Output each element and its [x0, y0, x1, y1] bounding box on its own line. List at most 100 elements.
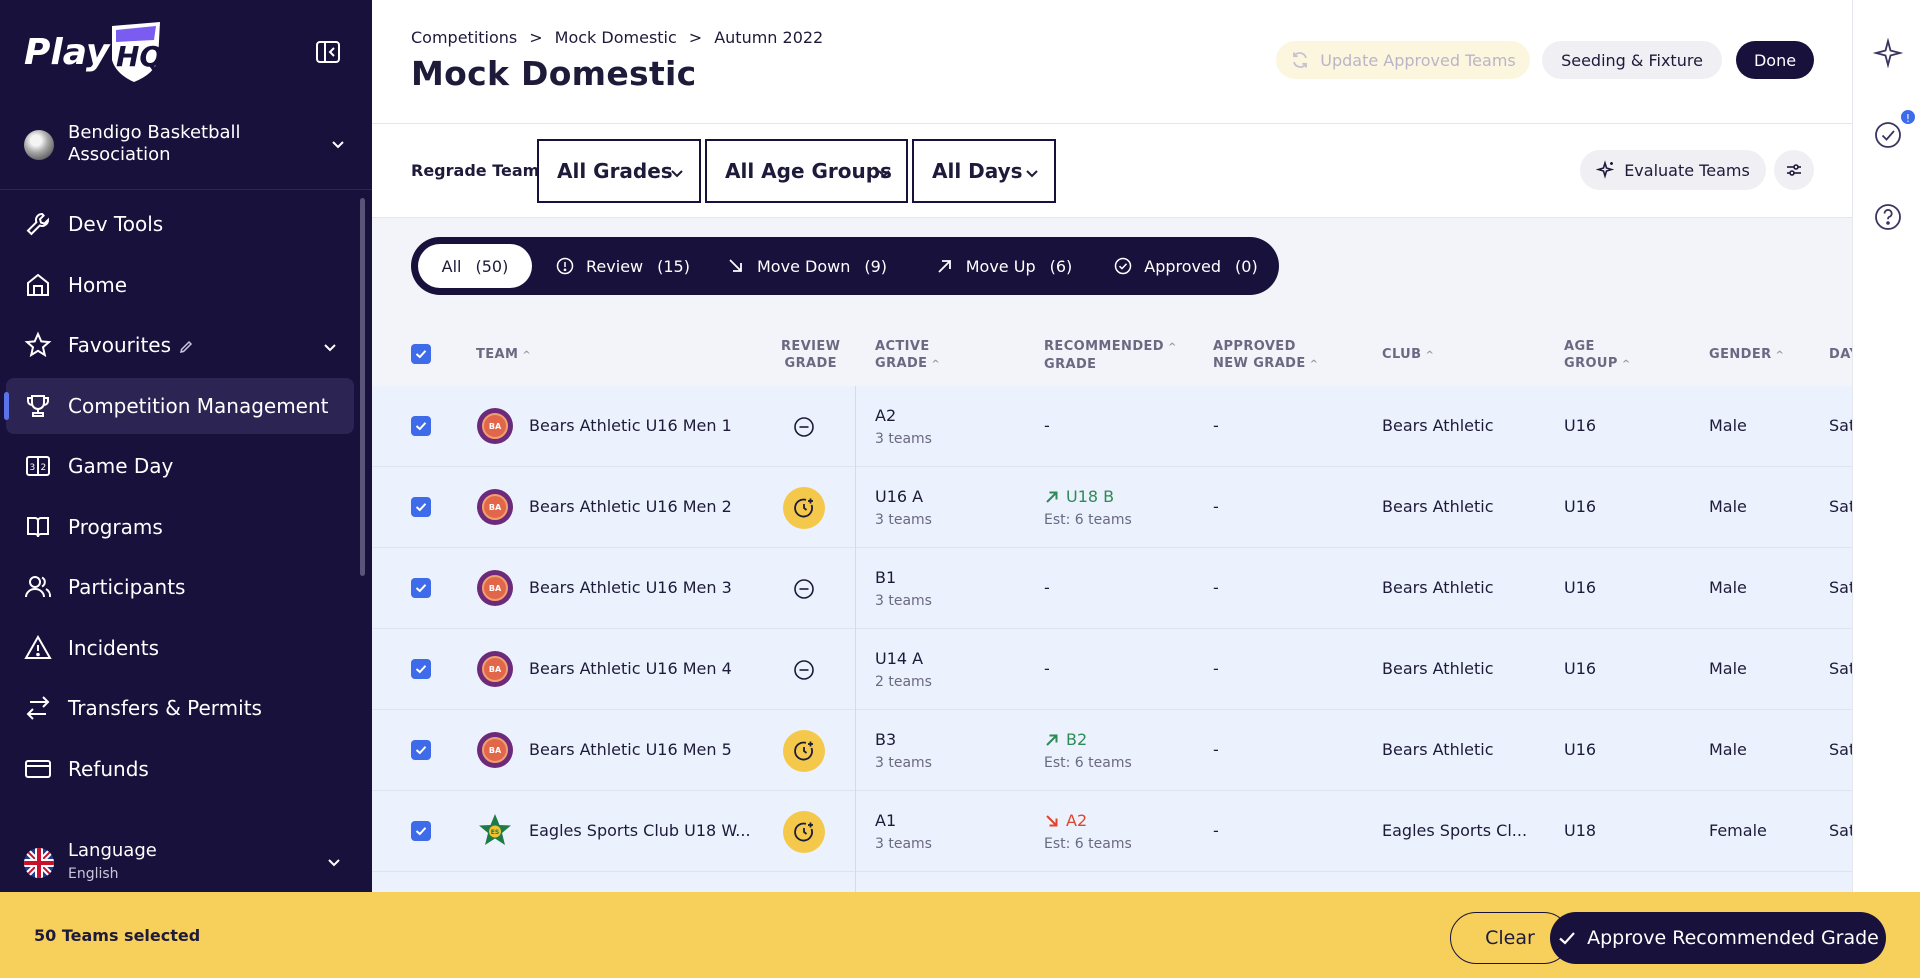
chevron-down-icon[interactable]: [322, 339, 338, 355]
table-row[interactable]: BA Bears Athletic U16 Men 2 U16 A 3 teams U1…: [372, 467, 1852, 548]
team-name[interactable]: Bears Athletic U16 Men 5: [529, 740, 732, 759]
done-button[interactable]: Done: [1736, 41, 1814, 79]
language-selector[interactable]: Language English: [0, 820, 372, 892]
team-logo-initials: BA: [482, 575, 508, 601]
row-checkbox[interactable]: [411, 740, 431, 760]
team-name[interactable]: Eagles Sports Club U18 W...: [529, 821, 751, 840]
row-checkbox[interactable]: [411, 659, 431, 679]
column-header-active-grade[interactable]: ACTIVE GRADE ^: [875, 338, 940, 373]
evaluate-teams-button[interactable]: Evaluate Teams: [1580, 150, 1766, 190]
review-grade-button[interactable]: [783, 811, 825, 853]
help-icon[interactable]: [1873, 202, 1903, 232]
age-groups-dropdown[interactable]: All Age Groups: [705, 139, 908, 203]
update-approved-teams-button[interactable]: Update Approved Teams: [1276, 41, 1530, 79]
tab-label: All: [441, 256, 462, 276]
grades-dropdown[interactable]: All Grades: [537, 139, 701, 203]
sidebar-item-programs[interactable]: Programs: [6, 499, 354, 555]
sliders-icon: [1787, 164, 1801, 176]
sidebar-item-favourites[interactable]: Favourites: [6, 317, 354, 373]
recommended-grade-value: A2: [1066, 811, 1088, 830]
table-row[interactable]: [372, 872, 1852, 892]
sidebar-item-incidents[interactable]: Incidents: [6, 620, 354, 676]
playhq-logo[interactable]: Play HQ: [24, 20, 164, 82]
column-header-approved-new-grade[interactable]: APPROVED NEW GRADE ^: [1213, 338, 1318, 373]
review-grade-button[interactable]: [783, 649, 825, 691]
select-all-checkbox[interactable]: [411, 344, 431, 364]
main-content: Competitions > Mock Domestic > Autumn 20…: [372, 0, 1852, 892]
organisation-switcher[interactable]: Bendigo Basketball Association: [0, 112, 372, 190]
approve-recommended-grade-button[interactable]: Approve Recommended Grade: [1550, 912, 1886, 964]
sparkle-icon[interactable]: [1873, 38, 1903, 68]
sidebar-item-transfers-permits[interactable]: Transfers & Permits: [6, 680, 354, 736]
table-body: BA Bears Athletic U16 Men 1 A2 3 teams - - Bea…: [372, 386, 1852, 892]
days-dropdown[interactable]: All Days: [912, 139, 1056, 203]
pencil-icon[interactable]: [178, 339, 194, 355]
tab-move-down[interactable]: Move Down (9): [723, 244, 891, 288]
review-grade-button[interactable]: [783, 568, 825, 610]
sidebar-item-label: Incidents: [68, 635, 160, 660]
seeding-fixture-button[interactable]: Seeding & Fixture: [1542, 41, 1722, 79]
approved-new-grade: -: [1213, 740, 1219, 759]
tab-count: (50): [475, 256, 509, 276]
team-logo-initials: BA: [482, 737, 508, 763]
star-icon: [24, 331, 52, 358]
tab-review[interactable]: Review (15): [547, 244, 699, 288]
tab-approved[interactable]: Approved (0): [1106, 244, 1266, 288]
column-header-gender[interactable]: GENDER ^: [1709, 346, 1784, 364]
chevron-down-icon: [1026, 170, 1038, 178]
recommended-grade-value: -: [1044, 416, 1050, 435]
row-checkbox[interactable]: [411, 497, 431, 517]
sidebar-item-competition-management[interactable]: Competition Management: [4, 377, 354, 434]
arrow-down-right-icon: [1046, 814, 1058, 826]
tasks-check-icon[interactable]: [1873, 120, 1903, 150]
team-name[interactable]: Bears Athletic U16 Men 1: [529, 416, 732, 435]
breadcrumb-autumn-2022[interactable]: Autumn 2022: [714, 28, 823, 47]
team-name[interactable]: Bears Athletic U16 Men 2: [529, 497, 732, 516]
active-grade-teams: 3 teams: [875, 836, 932, 852]
status-filter-tabs: All (50) Review (15) Move Down (9) Move …: [411, 237, 1279, 295]
uk-flag-icon: [24, 848, 54, 878]
column-header-recommended-grade[interactable]: RECOMMENDED ^ GRADE: [1044, 338, 1177, 373]
table-row[interactable]: BA Bears Athletic U16 Men 5 B3 3 teams B2 Est…: [372, 710, 1852, 791]
breadcrumb-competitions[interactable]: Competitions: [411, 28, 517, 47]
column-header-review-grade: REVIEW GRADE: [781, 338, 840, 372]
sidebar-item-home[interactable]: Home: [6, 257, 354, 313]
tab-move-up[interactable]: Move Up (6): [924, 244, 1084, 288]
table-row[interactable]: BA Bears Athletic U16 Men 1 A2 3 teams - - Bea…: [372, 386, 1852, 467]
minus-circle-icon: [794, 579, 814, 599]
team-name[interactable]: Bears Athletic U16 Men 3: [529, 578, 732, 597]
tab-all[interactable]: All (50): [418, 244, 532, 288]
row-checkbox[interactable]: [411, 578, 431, 598]
sidebar-scrollbar[interactable]: [360, 198, 365, 576]
tab-label: Move Down: [757, 256, 851, 276]
review-grade-button[interactable]: [783, 406, 825, 448]
table-row[interactable]: BA Bears Athletic U16 Men 3 B1 3 teams - - Bea…: [372, 548, 1852, 629]
approved-new-grade: -: [1213, 659, 1219, 678]
column-header-team[interactable]: TEAM ^: [476, 346, 531, 364]
collapse-sidebar-icon[interactable]: [314, 38, 342, 66]
review-grade-button[interactable]: [783, 487, 825, 529]
recommended-grade: B2: [1044, 730, 1087, 749]
row-checkbox[interactable]: [411, 821, 431, 841]
sidebar-item-game-day[interactable]: 32 Game Day: [6, 438, 354, 494]
table-row[interactable]: ES Eagles Sports Club U18 W... A1 3 teams A2…: [372, 791, 1852, 872]
sidebar-item-participants[interactable]: Participants: [6, 559, 354, 615]
team-logo: BA: [477, 408, 513, 444]
sort-icon: ^: [1621, 359, 1631, 370]
team-logo-initials: BA: [482, 494, 508, 520]
row-checkbox[interactable]: [411, 416, 431, 436]
column-header-day[interactable]: DAY: [1829, 346, 1852, 363]
breadcrumb-mock-domestic[interactable]: Mock Domestic: [555, 28, 677, 47]
table-settings-button[interactable]: [1774, 150, 1814, 190]
review-grade-button[interactable]: [783, 730, 825, 772]
column-header-age-group[interactable]: AGE GROUP ^: [1564, 338, 1631, 373]
team-name[interactable]: Bears Athletic U16 Men 4: [529, 659, 732, 678]
home-icon: [27, 273, 49, 296]
column-header-club[interactable]: CLUB ^: [1382, 346, 1434, 364]
sidebar-item-dev-tools[interactable]: Dev Tools: [6, 196, 354, 252]
sidebar-item-refunds[interactable]: Refunds: [6, 741, 354, 797]
column-header-label: CLUB: [1382, 347, 1422, 362]
column-header-label: NEW GRADE: [1213, 356, 1306, 371]
table-row[interactable]: BA Bears Athletic U16 Men 4 U14 A 2 teams - -…: [372, 629, 1852, 710]
selection-action-bar: 50 Teams selected Clear Approve Recommen…: [0, 892, 1920, 978]
